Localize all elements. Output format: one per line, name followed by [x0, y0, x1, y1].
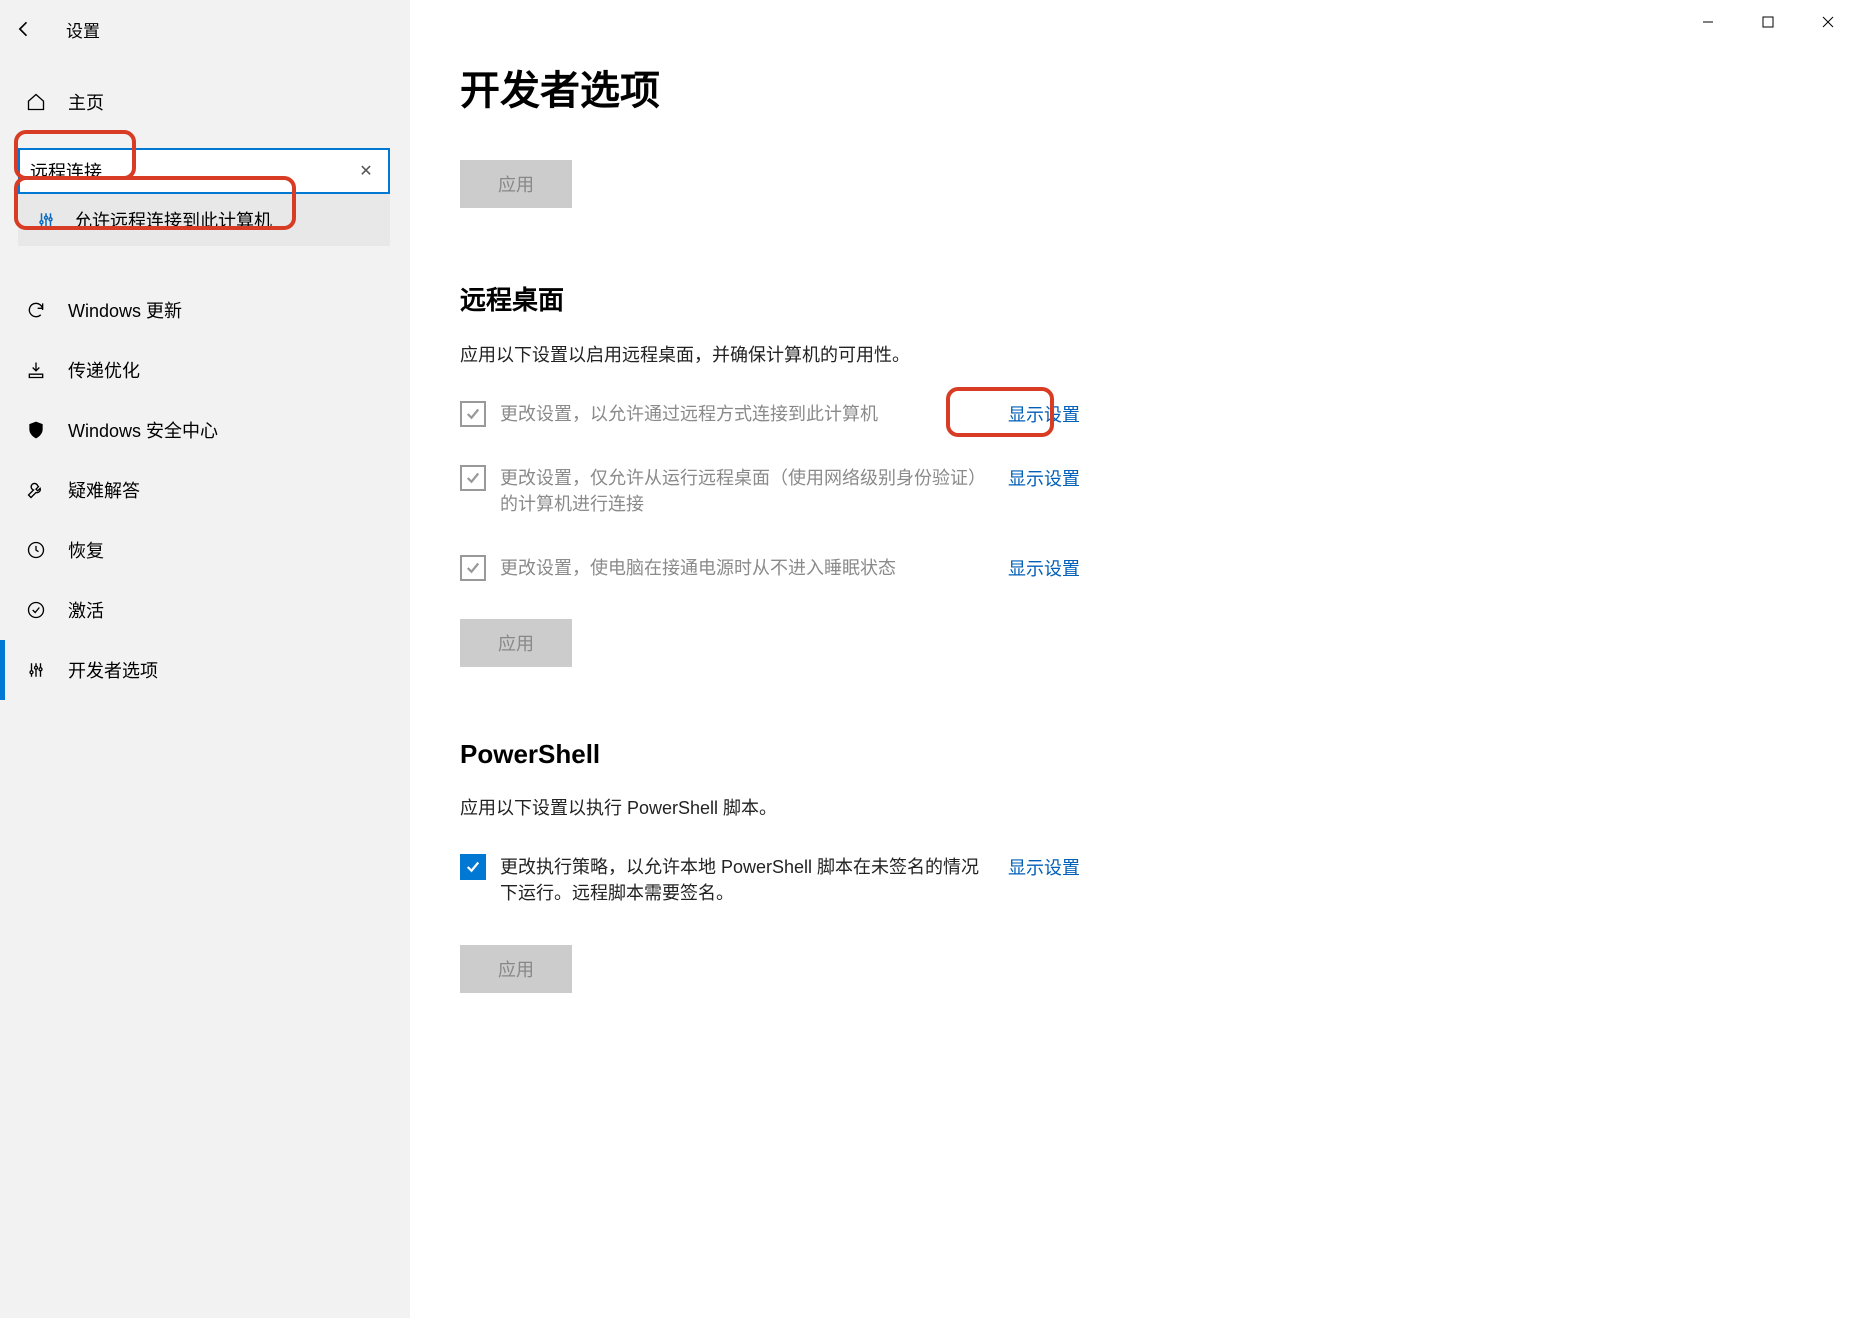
shield-icon	[26, 420, 46, 440]
home-label: 主页	[68, 89, 104, 115]
sidebar-item-activation[interactable]: 激活	[0, 580, 410, 640]
window-maximize-button[interactable]	[1738, 0, 1798, 44]
section-subtitle: 应用以下设置以执行 PowerShell 脚本。	[460, 794, 1808, 820]
setting-label: 更改设置，仅允许从运行远程桌面（使用网络级别身份验证）的计算机进行连接	[500, 465, 982, 517]
sidebar-item-developer[interactable]: 开发者选项	[0, 640, 410, 700]
setting-label: 更改设置，以允许通过远程方式连接到此计算机	[500, 401, 982, 427]
sidebar-item-recovery[interactable]: 恢复	[0, 520, 410, 580]
delivery-icon	[26, 360, 46, 380]
app-title: 设置	[48, 17, 100, 42]
checkbox[interactable]	[460, 854, 486, 880]
sidebar-item-delivery[interactable]: 传递优化	[0, 340, 410, 400]
sidebar-item-label: 开发者选项	[68, 657, 158, 683]
sidebar-item-label: 疑难解答	[68, 477, 140, 503]
setting-row: 更改设置，仅允许从运行远程桌面（使用网络级别身份验证）的计算机进行连接 显示设置	[460, 465, 1080, 517]
setting-row: 更改执行策略，以允许本地 PowerShell 脚本在未签名的情况下运行。远程脚…	[460, 854, 1080, 906]
setting-label: 更改执行策略，以允许本地 PowerShell 脚本在未签名的情况下运行。远程脚…	[500, 854, 982, 906]
search-clear-button[interactable]: ✕	[350, 148, 382, 194]
sync-icon	[26, 300, 46, 320]
sidebar-item-label: Windows 更新	[68, 297, 182, 323]
main-content: 开发者选项 应用 远程桌面 应用以下设置以启用远程桌面，并确保计算机的可用性。 …	[410, 0, 1858, 1318]
setting-label: 更改设置，使电脑在接通电源时从不进入睡眠状态	[500, 555, 982, 581]
checkbox[interactable]	[460, 555, 486, 581]
history-icon	[26, 540, 46, 560]
apply-button-top[interactable]: 应用	[460, 160, 572, 208]
search-input[interactable]	[18, 148, 390, 194]
sidebar-item-label: 恢复	[68, 537, 104, 563]
sidebar-item-label: Windows 安全中心	[68, 417, 218, 443]
apply-button-powershell[interactable]: 应用	[460, 945, 572, 993]
sidebar: 设置 主页 ✕ 允许远程连接到此计算机	[0, 0, 410, 1318]
sliders-icon	[26, 661, 46, 679]
checkbox[interactable]	[460, 401, 486, 427]
sliders-icon	[36, 211, 56, 229]
show-settings-link[interactable]: 显示设置	[1008, 854, 1080, 880]
search-suggestion[interactable]: 允许远程连接到此计算机	[18, 194, 390, 246]
checkbox[interactable]	[460, 465, 486, 491]
section-heading: PowerShell	[460, 739, 1808, 770]
setting-row: 更改设置，使电脑在接通电源时从不进入睡眠状态 显示设置	[460, 555, 1080, 581]
section-subtitle: 应用以下设置以启用远程桌面，并确保计算机的可用性。	[460, 341, 1808, 367]
back-button[interactable]	[0, 5, 48, 53]
sidebar-item-security[interactable]: Windows 安全中心	[0, 400, 410, 460]
section-powershell: PowerShell 应用以下设置以执行 PowerShell 脚本。 更改执行…	[460, 739, 1808, 992]
sidebar-item-label: 激活	[68, 597, 104, 623]
sidebar-nav: Windows 更新 传递优化 Windows 安全中心 疑难解答	[0, 280, 410, 700]
setting-row: 更改设置，以允许通过远程方式连接到此计算机 显示设置	[460, 401, 1080, 427]
window-minimize-button[interactable]	[1678, 0, 1738, 44]
section-remote-desktop: 远程桌面 应用以下设置以启用远程桌面，并确保计算机的可用性。 更改设置，以允许通…	[460, 280, 1808, 667]
show-settings-link[interactable]: 显示设置	[1008, 401, 1080, 427]
search-suggestion-label: 允许远程连接到此计算机	[74, 207, 272, 233]
apply-button-remote[interactable]: 应用	[460, 619, 572, 667]
sidebar-item-windows-update[interactable]: Windows 更新	[0, 280, 410, 340]
sidebar-item-label: 传递优化	[68, 357, 140, 383]
wrench-icon	[26, 480, 46, 500]
show-settings-link[interactable]: 显示设置	[1008, 465, 1080, 491]
section-heading: 远程桌面	[460, 280, 1808, 317]
page-title: 开发者选项	[460, 58, 1808, 116]
show-settings-link[interactable]: 显示设置	[1008, 555, 1080, 581]
sidebar-home[interactable]: 主页	[0, 76, 410, 128]
check-icon	[26, 600, 46, 620]
home-icon	[26, 92, 46, 112]
sidebar-item-troubleshoot[interactable]: 疑难解答	[0, 460, 410, 520]
window-close-button[interactable]	[1798, 0, 1858, 44]
